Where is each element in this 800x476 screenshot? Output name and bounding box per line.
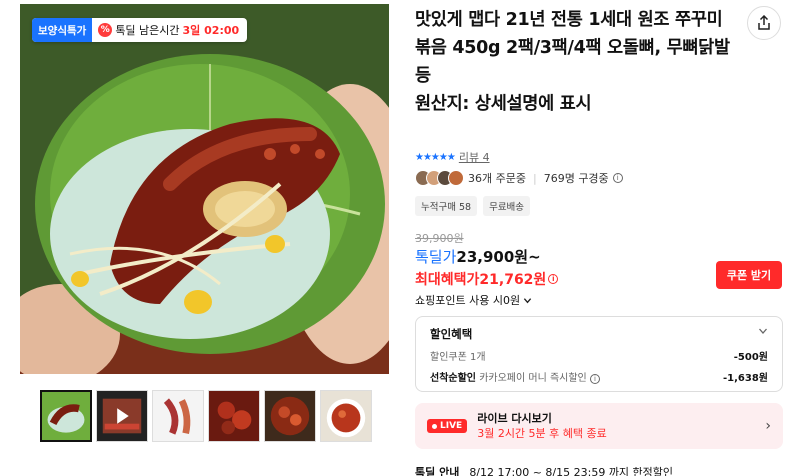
thumbnail-3[interactable] bbox=[152, 390, 204, 442]
discount-label-bold: 선착순할인 bbox=[430, 373, 476, 384]
shopping-points-text: 쇼핑포인트 사용 시0원 bbox=[415, 294, 521, 307]
rating-row: ★★★★★ 리뷰 4 bbox=[415, 149, 490, 165]
deal-price-row: 톡딜가23,900원~ bbox=[415, 246, 541, 267]
discount-benefits-panel[interactable]: 할인혜택 할인쿠폰 1개 -500원 선착순할인 카카오페이 머니 즉시할인 i… bbox=[415, 316, 783, 392]
deal-notice: 톡딜 안내 8/12 17:00 ~ 8/15 23:59 까지 한정할인 bbox=[415, 464, 673, 476]
divider: | bbox=[532, 171, 537, 185]
deal-price-label: 톡딜가 bbox=[415, 248, 457, 266]
deal-timer: % 톡딜 남은시간 3일 02:00 bbox=[92, 22, 247, 38]
discount-heading: 할인혜택 bbox=[430, 327, 473, 341]
deal-promo-badge: 보양식특가 % 톡딜 남은시간 3일 02:00 bbox=[32, 18, 248, 42]
discount-row-kakaopay: 선착순할인 카카오페이 머니 즉시할인 i -1,638원 bbox=[430, 369, 768, 384]
product-main-image[interactable] bbox=[20, 4, 389, 374]
live-badge: LIVE bbox=[427, 419, 468, 433]
promo-tag: 보양식특가 bbox=[32, 18, 93, 42]
live-replay-banner[interactable]: LIVE 라이브 다시보기 3월 2시간 5분 후 혜택 종료 › bbox=[415, 403, 783, 449]
thumbnail-2-video[interactable] bbox=[96, 390, 148, 442]
chip-free-shipping: 무료배송 bbox=[483, 196, 531, 216]
live-subtitle: 3월 2시간 5분 후 혜택 종료 bbox=[477, 427, 607, 440]
deal-notice-label: 톡딜 안내 bbox=[415, 466, 460, 476]
chevron-down-icon[interactable] bbox=[758, 326, 768, 336]
info-icon[interactable]: i bbox=[589, 374, 600, 384]
viewers-count: 769명 구경중 bbox=[543, 172, 609, 185]
product-title: 맛있게 맵다 21년 전통 1세대 원조 쭈꾸미볶음 450g 2팩/3팩/4팩… bbox=[415, 10, 730, 86]
original-price: 39,900원 bbox=[415, 232, 464, 245]
discount-label-detail: 카카오페이 머니 즉시할인 bbox=[479, 373, 587, 384]
live-title: 라이브 다시보기 bbox=[477, 412, 552, 425]
discount-row-coupon: 할인쿠폰 1개 -500원 bbox=[430, 348, 768, 363]
thumbnail-5[interactable] bbox=[264, 390, 316, 442]
deal-timer-label: 톡딜 남은시간 bbox=[115, 24, 180, 37]
product-origin: 원산지: 상세설명에 표시 bbox=[415, 94, 592, 114]
info-icon[interactable]: i bbox=[548, 274, 559, 284]
chevron-down-icon bbox=[523, 297, 532, 303]
chip-cumulative-purchase: 누적구매 58 bbox=[415, 196, 478, 216]
review-link[interactable]: 리뷰 4 bbox=[459, 149, 490, 165]
discount-value: -500원 bbox=[733, 352, 768, 363]
deal-percent-icon: % bbox=[98, 23, 113, 37]
discount-label: 선착순할인 카카오페이 머니 즉시할인 i bbox=[430, 369, 600, 384]
deal-price: 23,900원~ bbox=[456, 248, 541, 266]
rating-stars: ★★★★★ bbox=[415, 151, 456, 163]
avatar bbox=[448, 170, 464, 186]
chevron-right-icon: › bbox=[765, 418, 771, 434]
thumbnail-4[interactable] bbox=[208, 390, 260, 442]
share-button[interactable] bbox=[747, 6, 781, 40]
max-benefit-text: 최대혜택가21,762원 bbox=[415, 272, 547, 288]
buyer-avatars bbox=[415, 170, 464, 186]
deal-countdown: 3일 02:00 bbox=[182, 24, 240, 37]
share-icon bbox=[758, 15, 770, 30]
food-photo bbox=[20, 4, 389, 374]
get-coupon-button[interactable]: 쿠폰 받기 bbox=[716, 261, 782, 289]
info-icon[interactable]: i bbox=[612, 173, 623, 183]
deal-notice-text: 8/12 17:00 ~ 8/15 23:59 까지 한정할인 bbox=[469, 466, 674, 476]
product-title-block: 맛있게 맵다 21년 전통 1세대 원조 쭈꾸미볶음 450g 2팩/3팩/4팩… bbox=[415, 6, 735, 118]
buyer-activity: 36개 주문중 | 769명 구경중 i bbox=[415, 170, 623, 186]
max-benefit-price: 최대혜택가21,762원 i bbox=[415, 269, 559, 289]
thumbnail-strip bbox=[40, 390, 372, 442]
discount-label: 할인쿠폰 1개 bbox=[430, 352, 486, 363]
discount-value: -1,638원 bbox=[723, 373, 768, 384]
product-chips: 누적구매 58 무료배송 bbox=[415, 196, 531, 216]
thumbnail-1[interactable] bbox=[40, 390, 92, 442]
orders-count: 36개 주문중 bbox=[468, 172, 526, 185]
thumbnail-6[interactable] bbox=[320, 390, 372, 442]
shopping-points[interactable]: 쇼핑포인트 사용 시0원 bbox=[415, 292, 532, 308]
